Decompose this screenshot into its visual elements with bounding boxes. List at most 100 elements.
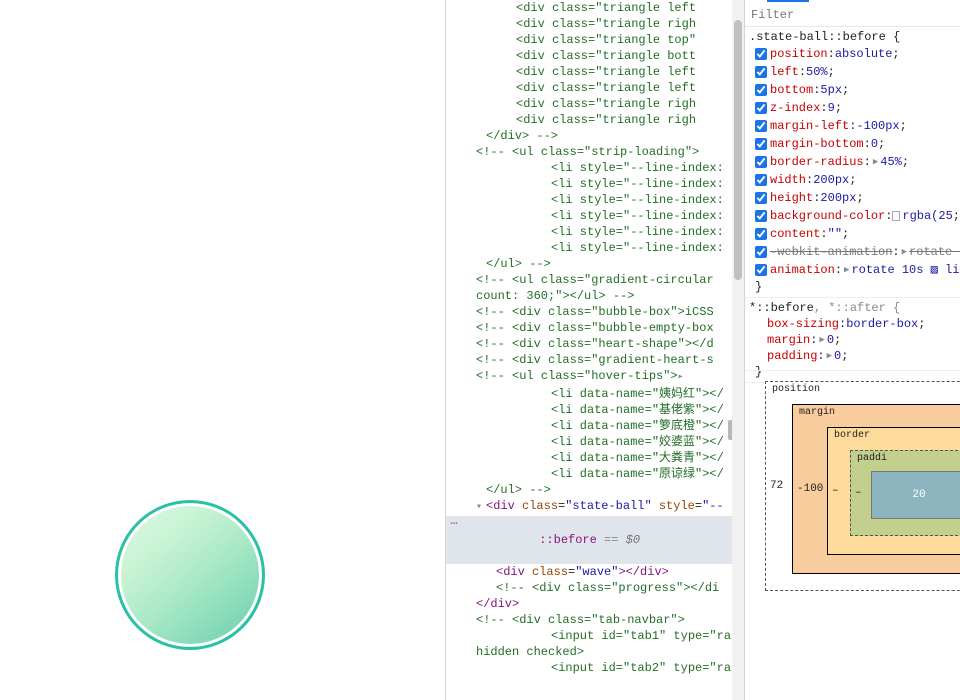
css-property-row[interactable]: margin-bottom: 0; xyxy=(749,135,960,153)
css-property-row[interactable]: bottom: 5px; xyxy=(749,81,960,99)
box-model-position[interactable]: position 72 margin -100 border – paddi –… xyxy=(765,381,960,591)
dom-line[interactable]: <!-- <div class="heart-shape"></d xyxy=(446,336,744,352)
css-property-name[interactable]: background-color xyxy=(770,208,885,224)
css-property-name[interactable]: -webkit-animation xyxy=(770,244,892,260)
property-toggle-checkbox[interactable] xyxy=(755,102,767,114)
dom-line[interactable]: <!-- <ul class="strip-loading"> xyxy=(446,144,744,160)
css-property-name[interactable]: bottom xyxy=(770,82,813,98)
dom-line[interactable]: <div class="triangle righ xyxy=(446,112,744,128)
expand-shorthand-icon[interactable]: ▶ xyxy=(873,154,878,170)
dom-line-selected[interactable]: ::before == $0 xyxy=(446,516,744,564)
css-property-name[interactable]: animation xyxy=(770,262,835,278)
property-toggle-checkbox[interactable] xyxy=(755,66,767,78)
dom-line[interactable]: <!-- <div class="bubble-empty-box xyxy=(446,320,744,336)
css-property-name[interactable]: height xyxy=(770,190,813,206)
elements-dom-tree[interactable]: <div class="triangle left<div class="tri… xyxy=(445,0,745,700)
css-property-name[interactable]: padding xyxy=(767,348,817,364)
css-property-value[interactable]: 200px xyxy=(813,172,849,188)
property-toggle-checkbox[interactable] xyxy=(755,246,767,258)
property-toggle-checkbox[interactable] xyxy=(755,192,767,204)
css-property-name[interactable]: content xyxy=(770,226,820,242)
css-property-name[interactable]: margin xyxy=(767,332,810,348)
css-property-row[interactable]: height: 200px; xyxy=(749,189,960,207)
dom-line[interactable]: </div> xyxy=(446,596,744,612)
dom-line[interactable]: <!-- <div class="progress"></di xyxy=(446,580,744,596)
dom-line[interactable]: <li data-name="原谅绿"></ xyxy=(446,466,744,482)
dom-line[interactable]: <!-- <ul class="gradient-circular xyxy=(446,272,744,288)
property-toggle-checkbox[interactable] xyxy=(755,228,767,240)
expand-shorthand-icon[interactable]: ▶ xyxy=(819,332,824,348)
dom-line[interactable]: <li style="--line-index: xyxy=(446,160,744,176)
css-property-value[interactable]: 0 xyxy=(834,348,841,364)
dom-line[interactable]: <li style="--line-index: xyxy=(446,224,744,240)
css-property-row[interactable]: -webkit-animation: ▶rotate 1; xyxy=(749,243,960,261)
dom-line[interactable]: <li style="--line-index: xyxy=(446,176,744,192)
css-property-row[interactable]: background-color: rgba(25; xyxy=(749,207,960,225)
property-toggle-checkbox[interactable] xyxy=(755,120,767,132)
css-property-value[interactable]: 200px xyxy=(820,190,856,206)
box-model-margin[interactable]: margin -100 border – paddi – 20 xyxy=(792,404,960,574)
css-property-value[interactable]: rotate 1 xyxy=(909,244,960,260)
css-property-row[interactable]: animation: ▶rotate 10s ▨ li; xyxy=(749,261,960,279)
dom-line[interactable]: hidden checked> xyxy=(446,644,744,660)
dom-line[interactable]: <div class="triangle bott xyxy=(446,48,744,64)
box-model-padding[interactable]: paddi – 20 xyxy=(850,450,960,536)
css-property-name[interactable]: margin-left xyxy=(770,118,849,134)
dom-line[interactable]: <li data-name="基佬紫"></ xyxy=(446,402,744,418)
property-toggle-checkbox[interactable] xyxy=(755,48,767,60)
css-property-row[interactable]: width: 200px; xyxy=(749,171,960,189)
dom-line[interactable]: <li style="--line-index: xyxy=(446,192,744,208)
dom-line[interactable]: <input id="tab2" type="ra xyxy=(446,660,744,676)
color-swatch-icon[interactable] xyxy=(892,211,900,221)
dom-line[interactable]: <div class="triangle left xyxy=(446,0,744,16)
expand-shorthand-icon[interactable]: ▶ xyxy=(827,348,832,364)
dom-line[interactable]: <div class="wave"></div> xyxy=(446,564,744,580)
dom-line[interactable]: <!-- <div class="bubble-box">iCSS xyxy=(446,304,744,320)
css-property-value[interactable]: 45% xyxy=(880,154,902,170)
box-model-content[interactable]: 20 xyxy=(871,471,960,519)
dom-line[interactable]: <li data-name="姣婆蓝"></ xyxy=(446,434,744,450)
css-property-name[interactable]: margin-bottom xyxy=(770,136,864,152)
dom-line[interactable]: <li data-name="大粪青"></ xyxy=(446,450,744,466)
css-rule-state-ball-before[interactable]: .state-ball::before { position: absolute… xyxy=(745,27,960,298)
css-property-row[interactable]: padding: ▶0; xyxy=(749,348,960,364)
chevron-down-icon[interactable] xyxy=(476,498,486,516)
rule-selector[interactable]: *::before, *::after { xyxy=(749,300,960,316)
css-property-name[interactable]: z-index xyxy=(770,100,820,116)
property-toggle-checkbox[interactable] xyxy=(755,138,767,150)
css-property-row[interactable]: content: ""; xyxy=(749,225,960,243)
property-toggle-checkbox[interactable] xyxy=(755,264,767,276)
css-property-row[interactable]: box-sizing: border-box; xyxy=(749,316,960,332)
dom-line[interactable]: </div> --> xyxy=(446,128,744,144)
property-toggle-checkbox[interactable] xyxy=(755,84,767,96)
css-property-value[interactable]: "" xyxy=(828,226,842,242)
css-property-value[interactable]: -100px xyxy=(856,118,899,134)
css-property-name[interactable]: box-sizing xyxy=(767,316,839,332)
css-property-name[interactable]: border-radius xyxy=(770,154,864,170)
dom-line[interactable]: <input id="tab1" type="ra xyxy=(446,628,744,644)
css-property-value[interactable]: 0 xyxy=(827,332,834,348)
dom-line[interactable]: </ul> --> xyxy=(446,256,744,272)
css-property-row[interactable]: border-radius: ▶45%; xyxy=(749,153,960,171)
scrollbar-track[interactable] xyxy=(732,0,744,700)
dom-line-state-ball[interactable]: <div class="state-ball" style="-- xyxy=(446,498,744,516)
styles-filter-input[interactable] xyxy=(751,6,954,24)
expand-shorthand-icon[interactable]: ▶ xyxy=(902,244,907,260)
dom-line[interactable]: <div class="triangle righ xyxy=(446,16,744,32)
dom-line[interactable]: <!-- <div class="gradient-heart-s xyxy=(446,352,744,368)
expand-shorthand-icon[interactable]: ▶ xyxy=(844,262,849,278)
dom-line[interactable]: <div class="triangle righ xyxy=(446,96,744,112)
css-property-row[interactable]: margin: ▶0; xyxy=(749,332,960,348)
dom-line[interactable]: count: 360;"></ul> --> xyxy=(446,288,744,304)
css-property-value[interactable]: 9 xyxy=(828,100,835,116)
css-property-value[interactable]: 5px xyxy=(820,82,842,98)
rule-selector[interactable]: .state-ball::before { xyxy=(749,29,960,45)
box-model-diagram[interactable]: position 72 margin -100 border – paddi –… xyxy=(745,370,960,700)
css-property-value[interactable]: rgba(25 xyxy=(902,208,952,224)
css-property-value[interactable]: absolute xyxy=(835,46,893,62)
dom-line[interactable]: <!-- <div class="tab-navbar"> xyxy=(446,612,744,628)
css-property-row[interactable]: margin-left: -100px; xyxy=(749,117,960,135)
dom-line[interactable]: <li data-name="姨妈红"></ xyxy=(446,386,744,402)
dom-line[interactable]: <li data-name="箩底橙"></ xyxy=(446,418,744,434)
dom-line[interactable]: <!-- <ul class="hover-tips"> xyxy=(446,368,744,386)
